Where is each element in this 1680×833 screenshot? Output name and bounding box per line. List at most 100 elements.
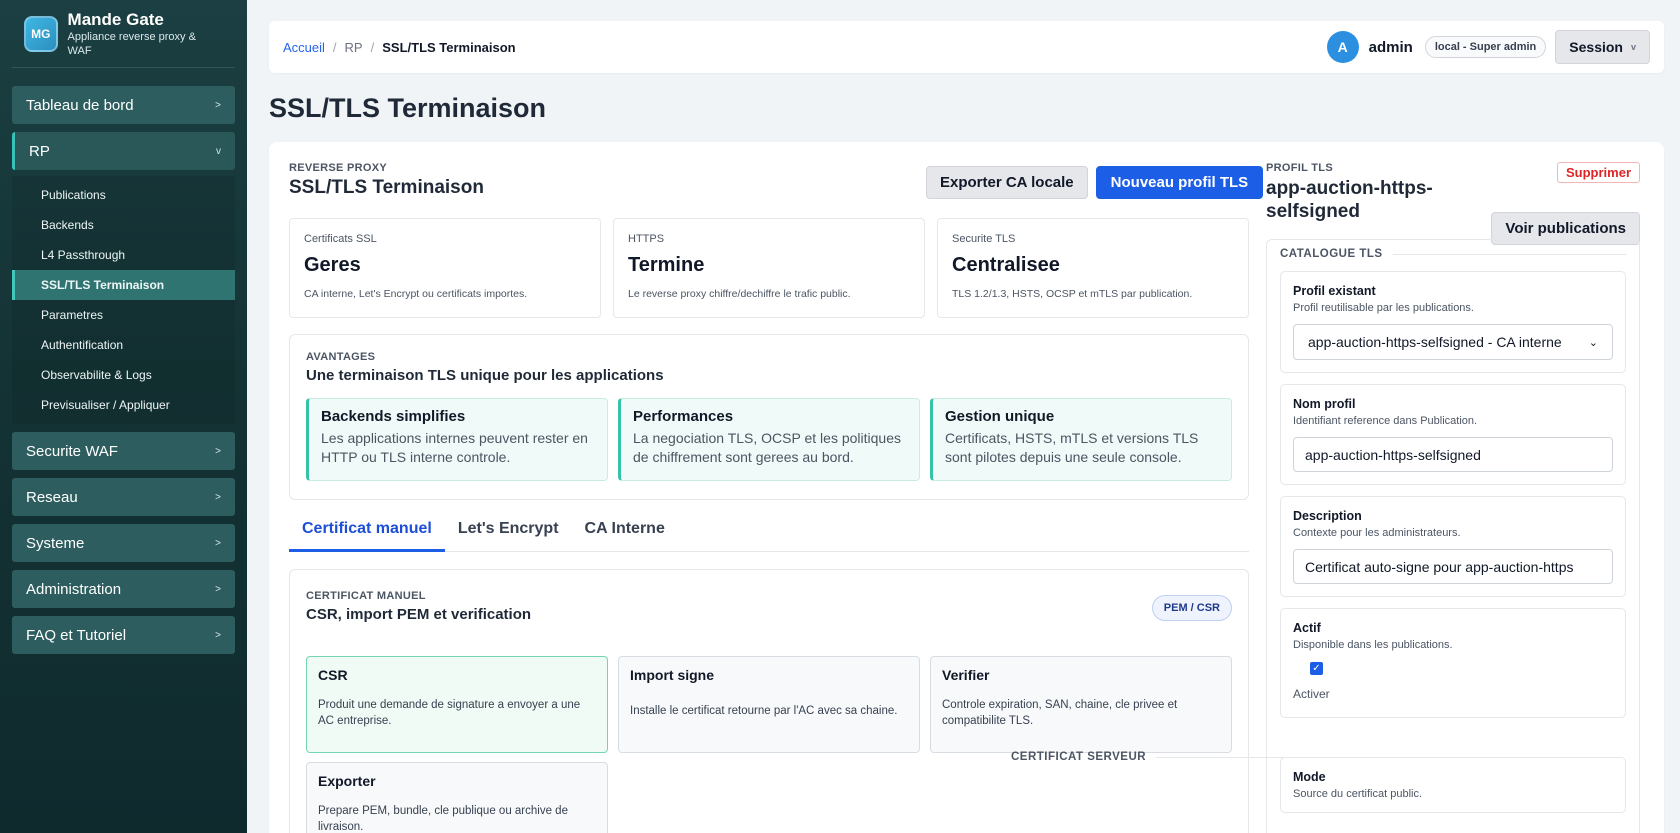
step-csr[interactable]: CSR Produit une demande de signature a e… xyxy=(306,656,608,753)
step-import[interactable]: Import signe Installe le certificat reto… xyxy=(618,656,920,753)
chevron-right-icon: > xyxy=(215,629,221,641)
step-title: Import signe xyxy=(630,667,715,683)
subnav-authentification[interactable]: Authentification xyxy=(12,330,235,360)
breadcrumb-separator: / xyxy=(332,39,337,55)
stat-label: Securite TLS xyxy=(952,233,1016,245)
stat-desc: Le reverse proxy chiffre/dechiffre le tr… xyxy=(628,288,851,300)
chevron-right-icon: > xyxy=(215,445,221,457)
subnav-publications[interactable]: Publications xyxy=(12,180,235,210)
advantage-title: Backends simplifies xyxy=(321,408,466,425)
stat-value: Geres xyxy=(304,254,361,276)
brand-subtitle: Appliance reverse proxy & WAF xyxy=(67,30,196,57)
subnav-backends[interactable]: Backends xyxy=(12,210,235,240)
advantage-title: Performances xyxy=(633,408,734,425)
tab-certificat-manuel[interactable]: Certificat manuel xyxy=(289,520,445,552)
tab-ca-interne[interactable]: CA Interne xyxy=(572,520,678,552)
export-ca-button[interactable]: Exporter CA locale xyxy=(926,166,1088,199)
step-verify[interactable]: Verifier Controle expiration, SAN, chain… xyxy=(930,656,1232,753)
section-title: SSL/TLS Terminaison xyxy=(289,177,484,198)
nav-item-faq[interactable]: FAQ et Tutoriel > xyxy=(12,616,235,654)
step-export[interactable]: Exporter Prepare PEM, bundle, cle publiq… xyxy=(306,762,608,833)
server-certificate-label: CERTIFICAT SERVEUR xyxy=(1011,751,1369,763)
profile-name-input[interactable]: app-auction-https-selfsigned xyxy=(1293,437,1613,472)
nav-item-rp[interactable]: RP v xyxy=(12,132,235,170)
chevron-right-icon: > xyxy=(215,583,221,595)
session-button[interactable]: Session v xyxy=(1555,30,1650,64)
advantage-text: La negociation TLS, OCSP et les politiqu… xyxy=(633,430,901,465)
breadcrumb: Accueil / RP / SSL/TLS Terminaison xyxy=(283,40,516,55)
section-actions: Exporter CA locale Nouveau profil TLS xyxy=(926,166,1264,199)
step-title: Exporter xyxy=(318,773,376,789)
field-label: Actif xyxy=(1293,621,1321,635)
subnav-previsualiser[interactable]: Previsualiser / Appliquer xyxy=(12,390,235,420)
brand: MG Mande Gate Appliance reverse proxy & … xyxy=(12,0,235,68)
breadcrumb-home[interactable]: Accueil xyxy=(283,40,325,55)
tls-catalogue: CATALOGUE TLS Profil existant Profil reu… xyxy=(1266,239,1640,833)
main-card: REVERSE PROXY SSL/TLS Terminaison Export… xyxy=(269,142,1664,833)
field-label: Profil existant xyxy=(1293,284,1376,298)
section-eyebrow: REVERSE PROXY xyxy=(289,162,388,174)
sidebar-nav: Tableau de bord > RP v Publications Back… xyxy=(0,86,247,654)
user-name: admin xyxy=(1368,38,1413,56)
stat-desc: TLS 1.2/1.3, HSTS, OCSP et mTLS par publ… xyxy=(952,288,1193,300)
stats: Certificats SSL Geres CA interne, Let's … xyxy=(289,218,1249,318)
step-text: Installe le certificat retourne par l'AC… xyxy=(630,705,898,717)
section-header: REVERSE PROXY SSL/TLS Terminaison xyxy=(289,162,484,199)
chevron-down-icon: ⌄ xyxy=(1588,336,1598,349)
tabs: Certificat manuel Let's Encrypt CA Inter… xyxy=(289,520,1249,552)
field-active: Actif Disponible dans les publications. … xyxy=(1280,608,1626,718)
catalogue-label: CATALOGUE TLS xyxy=(1280,248,1626,260)
step-text: Controle expiration, SAN, chaine, cle pr… xyxy=(942,699,1178,727)
field-label: Nom profil xyxy=(1293,397,1356,411)
delete-button[interactable]: Supprimer xyxy=(1556,162,1640,183)
brand-logo: MG xyxy=(24,15,58,52)
subnav-ssl-tls[interactable]: SSL/TLS Terminaison xyxy=(12,270,235,300)
chevron-down-icon: v xyxy=(1630,42,1636,52)
avatar: A xyxy=(1326,31,1359,63)
stat-card: Certificats SSL Geres CA interne, Let's … xyxy=(289,218,601,318)
subnav-l4-passthrough[interactable]: L4 Passthrough xyxy=(12,240,235,270)
step-title: Verifier xyxy=(942,667,990,683)
advantages-panel: AVANTAGES Une terminaison TLS unique pou… xyxy=(289,334,1249,500)
select-value: app-auction-https-selfsigned - CA intern… xyxy=(1308,334,1562,350)
nav-label: Securite WAF xyxy=(26,442,118,460)
field-existing-profile: Profil existant Profil reutilisable par … xyxy=(1280,271,1626,373)
stat-card: Securite TLS Centralisee TLS 1.2/1.3, HS… xyxy=(937,218,1249,318)
step-text: Prepare PEM, bundle, cle publique ou arc… xyxy=(318,805,568,833)
chevron-down-icon: v xyxy=(216,145,221,157)
description-input[interactable]: Certificat auto-signe pour app-auction-h… xyxy=(1293,549,1613,584)
field-mode: Mode Source du certificat public. xyxy=(1280,757,1626,813)
chevron-right-icon: > xyxy=(215,537,221,549)
step-title: CSR xyxy=(318,667,348,683)
stat-label: HTTPS xyxy=(628,233,665,245)
field-help: Identifiant reference dans Publication. xyxy=(1293,415,1478,427)
rp-subnav: Publications Backends L4 Passthrough SSL… xyxy=(12,176,235,424)
stat-value: Centralisee xyxy=(952,254,1060,276)
advantage-text: Les applications internes peuvent rester… xyxy=(321,430,588,465)
nav-item-systeme[interactable]: Systeme > xyxy=(12,524,235,562)
manual-title: CSR, import PEM et verification xyxy=(306,606,532,623)
advantage-text: Certificats, HSTS, mTLS et versions TLS … xyxy=(945,430,1199,465)
nav-item-tableau-de-bord[interactable]: Tableau de bord > xyxy=(12,86,235,124)
nav-item-administration[interactable]: Administration > xyxy=(12,570,235,608)
pem-csr-badge: PEM / CSR xyxy=(1151,595,1232,621)
user-area: A admin local - Super admin Session v xyxy=(1326,30,1650,64)
nav-item-reseau[interactable]: Reseau > xyxy=(12,478,235,516)
new-tls-profile-button[interactable]: Nouveau profil TLS xyxy=(1095,166,1264,199)
advantage-card: Backends simplifies Les applications int… xyxy=(306,398,608,481)
manual-eyebrow: CERTIFICAT MANUEL xyxy=(306,590,426,602)
active-checkbox[interactable]: ✓ xyxy=(1310,662,1323,675)
subnav-observabilite[interactable]: Observabilite & Logs xyxy=(12,360,235,390)
nav-label: Tableau de bord xyxy=(26,96,134,114)
checkbox-label: Activer xyxy=(1293,687,1330,701)
advantage-card: Gestion unique Certificats, HSTS, mTLS e… xyxy=(930,398,1232,481)
nav-label: Systeme xyxy=(26,534,85,552)
stat-card: HTTPS Termine Le reverse proxy chiffre/d… xyxy=(613,218,925,318)
existing-profile-select[interactable]: app-auction-https-selfsigned - CA intern… xyxy=(1293,324,1613,360)
tab-lets-encrypt[interactable]: Let's Encrypt xyxy=(445,520,572,552)
chevron-right-icon: > xyxy=(215,491,221,503)
subnav-parametres[interactable]: Parametres xyxy=(12,300,235,330)
advantage-title: Gestion unique xyxy=(945,408,1055,425)
step-text: Produit une demande de signature a envoy… xyxy=(318,699,581,727)
nav-item-securite-waf[interactable]: Securite WAF > xyxy=(12,432,235,470)
